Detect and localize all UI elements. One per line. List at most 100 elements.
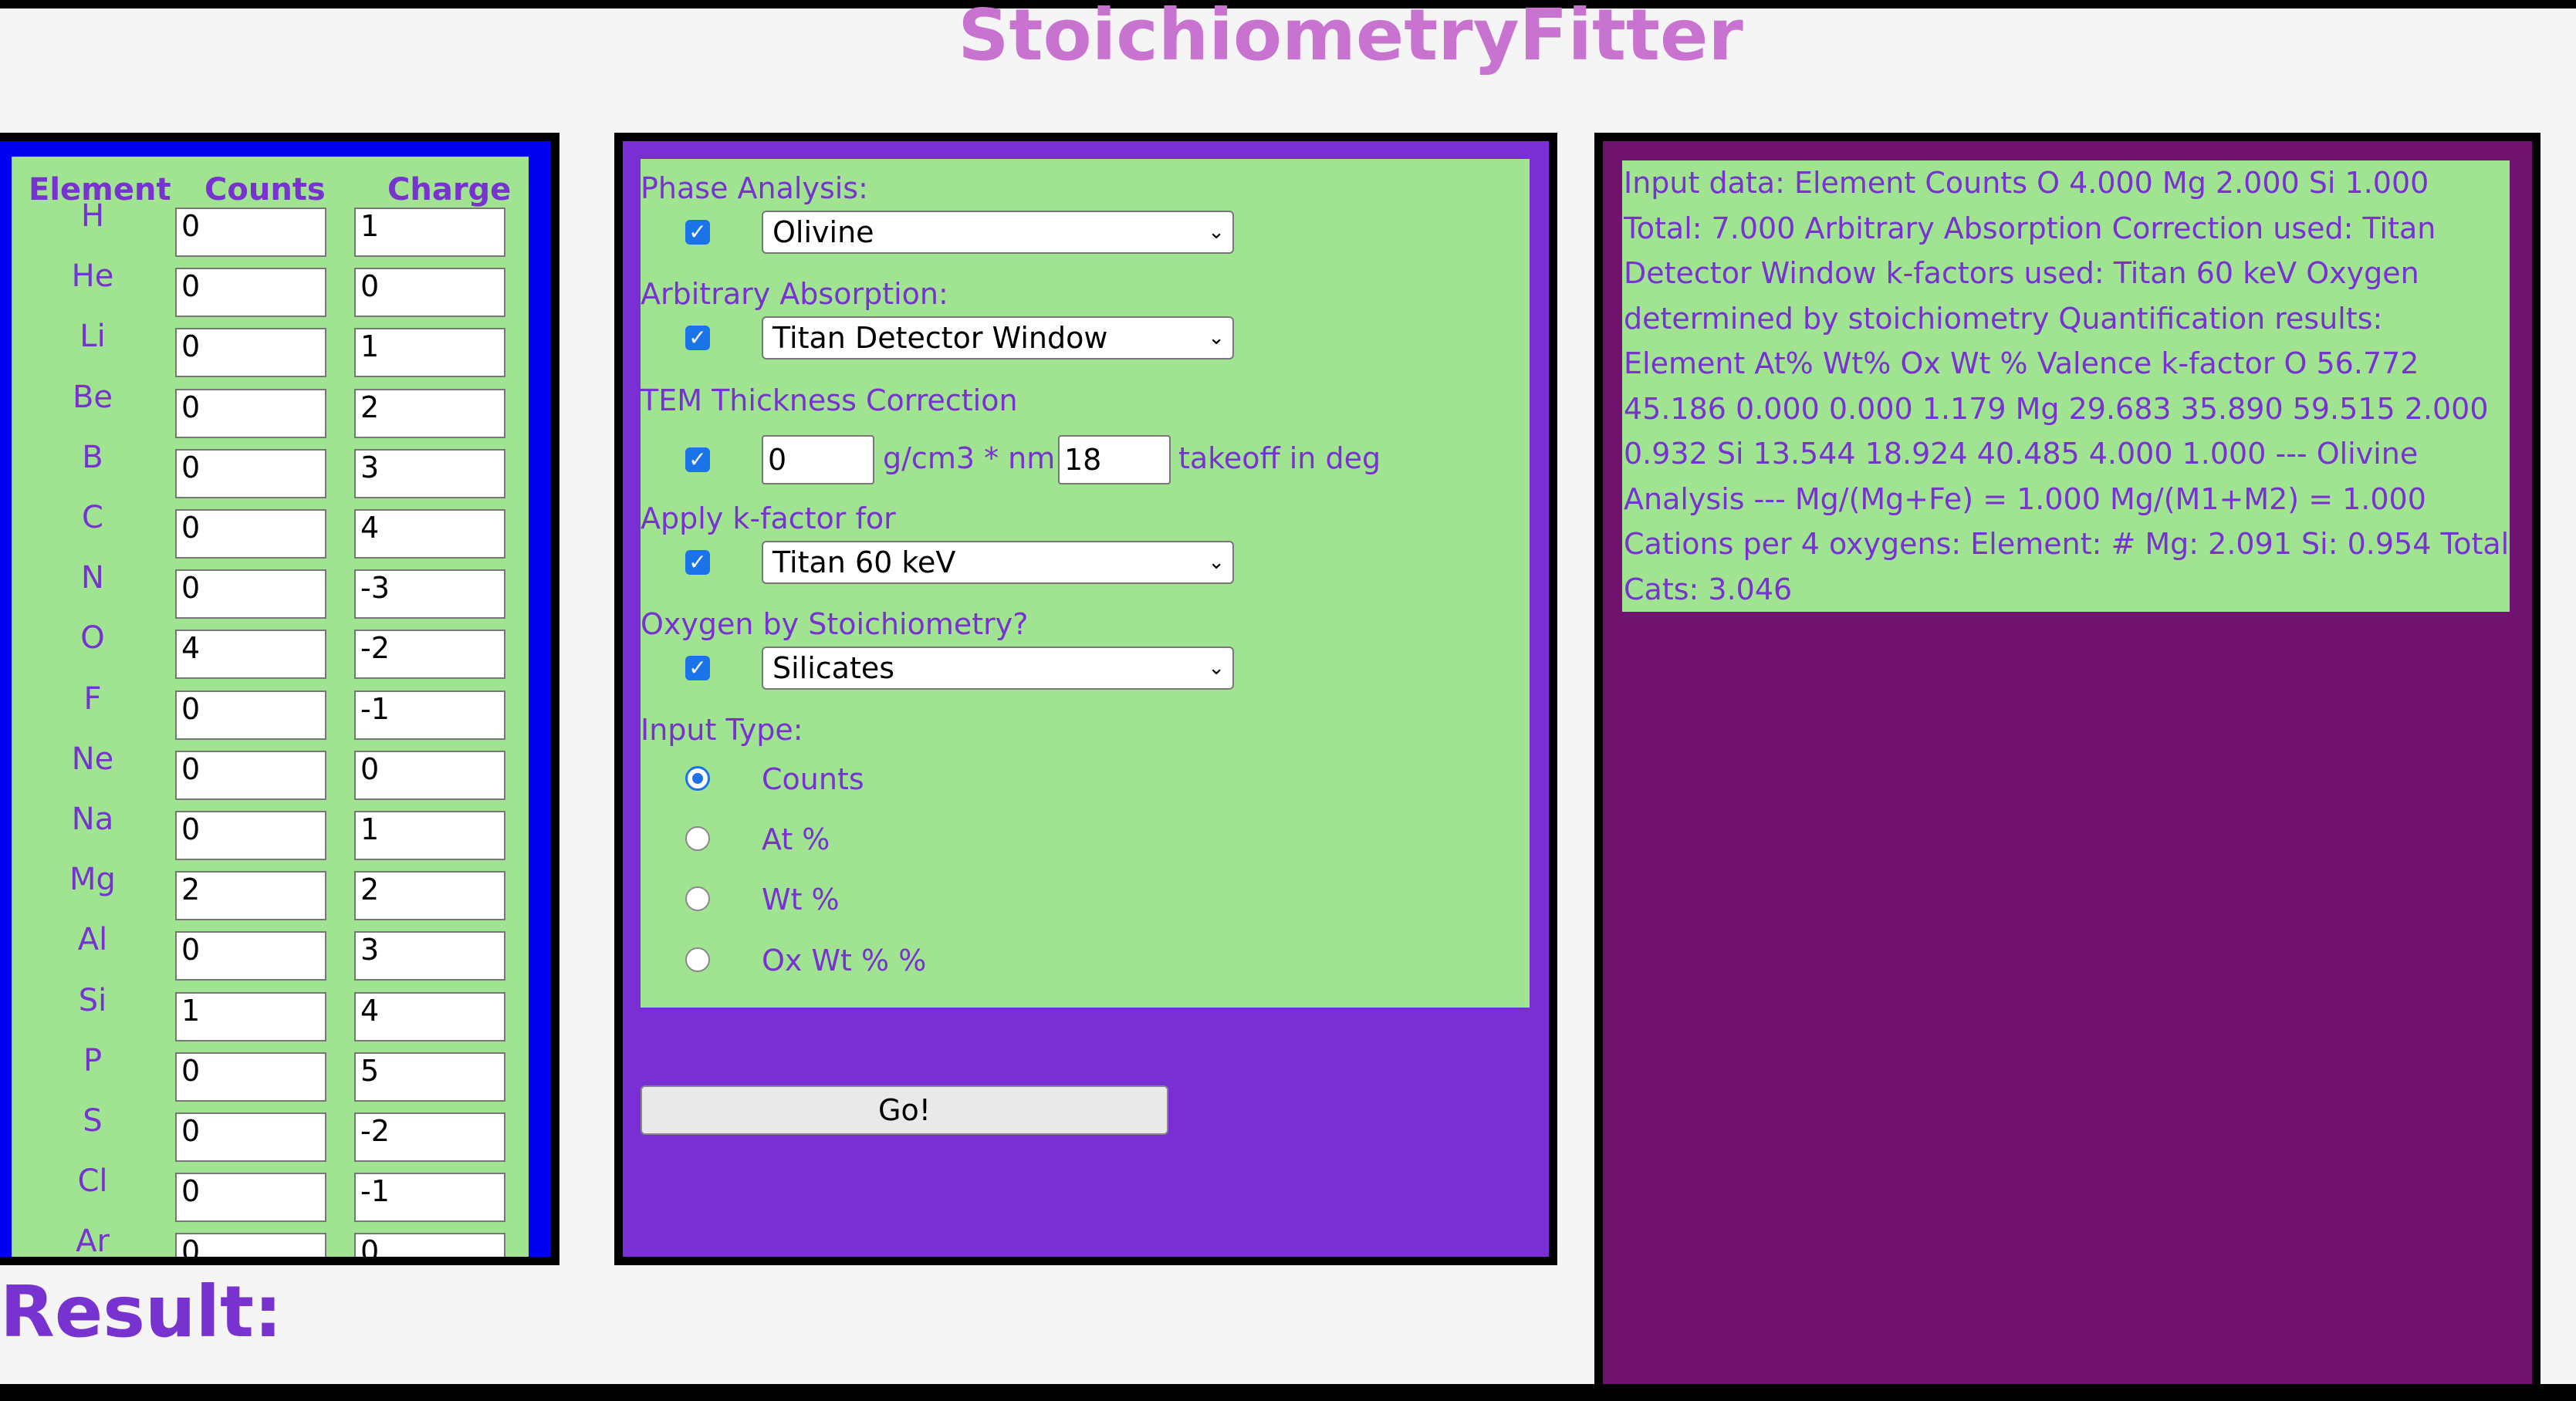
counts-input[interactable]: 0	[175, 690, 326, 740]
counts-input[interactable]: 0	[175, 811, 326, 860]
counts-input[interactable]: 2	[175, 871, 326, 921]
checkmark-icon: ✓	[688, 549, 707, 575]
table-row: Be 0 2	[12, 379, 529, 443]
radio-ox-wt-percent-label: Ox Wt % %	[762, 944, 927, 977]
charge-input[interactable]: 5	[354, 1052, 505, 1102]
phase-analysis-select[interactable]: Olivine ⌄	[762, 211, 1234, 254]
element-symbol: S	[83, 1103, 103, 1139]
charge-input[interactable]: -2	[354, 1112, 505, 1162]
element-symbol: Be	[72, 379, 113, 415]
charge-input[interactable]: -3	[354, 569, 505, 619]
charge-input[interactable]: 1	[354, 811, 505, 860]
counts-input[interactable]: 0	[175, 931, 326, 981]
counts-input[interactable]: 0	[175, 388, 326, 438]
charge-input[interactable]: -1	[354, 690, 505, 740]
charge-input[interactable]: 4	[354, 991, 505, 1041]
radio-wt-percent-label: Wt %	[762, 883, 840, 917]
charge-input[interactable]: 1	[354, 328, 505, 378]
element-symbol: H	[80, 198, 105, 234]
result-text: Input data: Element Counts O 4.000 Mg 2.…	[1622, 160, 2510, 612]
bottom-border	[0, 1384, 2576, 1401]
counts-input[interactable]: 0	[175, 509, 326, 559]
radio-at-percent[interactable]	[685, 826, 710, 851]
charge-input[interactable]: -1	[354, 1173, 505, 1223]
table-row: F 0 -1	[12, 680, 529, 744]
charge-input[interactable]: 2	[354, 871, 505, 921]
element-symbol: O	[80, 620, 105, 657]
element-symbol: Al	[77, 922, 108, 958]
table-row: Ar 0 0	[12, 1224, 529, 1257]
counts-input[interactable]: 0	[175, 208, 326, 257]
counts-input[interactable]: 0	[175, 1233, 326, 1257]
takeoff-input[interactable]: 18	[1058, 435, 1171, 484]
charge-input[interactable]: 0	[354, 750, 505, 800]
table-row: P 05	[12, 1042, 529, 1106]
table-row: O 4 -2	[12, 620, 529, 684]
charge-input[interactable]: 3	[354, 931, 505, 981]
table-row: S 0 -2	[12, 1103, 529, 1166]
element-symbol: Li	[79, 319, 106, 355]
options-panel: Phase Analysis: ✓ Olivine ⌄ Arbitrary Ab…	[614, 133, 1557, 1265]
element-symbol: B	[82, 439, 103, 475]
elements-table: Element Counts Charge H 0 1 He 0 0 Li 0 1 Be 0 2 B 0 3…	[12, 157, 529, 1257]
elements-panel: Element Counts Charge H 0 1 He 0 0 Li 0 1 Be 0 2 B 0 3…	[0, 133, 559, 1265]
element-symbol: Cl	[77, 1163, 108, 1200]
absorption-checkbox[interactable]: ✓	[685, 326, 710, 350]
charge-input[interactable]: 0	[354, 1233, 505, 1257]
element-symbol: N	[81, 560, 104, 596]
oxygen-select[interactable]: Silicates ⌄	[762, 646, 1234, 690]
input-type-label: Input Type:	[641, 713, 803, 747]
counts-input[interactable]: 0	[175, 448, 326, 498]
counts-input[interactable]: 0	[175, 1112, 326, 1162]
table-row: Na 0 1	[12, 802, 529, 865]
checkmark-icon: ✓	[688, 219, 707, 245]
thickness-checkbox[interactable]: ✓	[685, 447, 710, 472]
radio-at-percent-label: At %	[762, 822, 830, 856]
table-row: N 0 -3	[12, 560, 529, 623]
takeoff-unit: takeoff in deg	[1178, 441, 1381, 475]
table-row: He 0 0	[12, 258, 529, 322]
kfactor-select[interactable]: Titan 60 keV ⌄	[762, 541, 1234, 584]
kfactor-label: Apply k-factor for	[641, 501, 896, 535]
thickness-input[interactable]: 0	[762, 435, 874, 484]
element-symbol: P	[83, 1042, 103, 1079]
radio-counts[interactable]	[685, 766, 710, 791]
element-symbol: F	[83, 680, 102, 717]
element-symbol: Mg	[69, 862, 116, 898]
element-symbol: He	[71, 258, 114, 295]
result-heading: Result:	[0, 1271, 282, 1353]
charge-input[interactable]: -2	[354, 630, 505, 680]
absorption-label: Arbitrary Absorption:	[641, 277, 948, 311]
charge-input[interactable]: 2	[354, 388, 505, 438]
checkmark-icon: ✓	[688, 447, 707, 472]
table-row: H 01	[12, 198, 529, 262]
absorption-select[interactable]: Titan Detector Window ⌄	[762, 316, 1234, 360]
chevron-down-icon: ⌄	[1208, 221, 1225, 244]
counts-input[interactable]: 0	[175, 328, 326, 378]
element-symbol: Na	[71, 802, 114, 837]
counts-input[interactable]: 0	[175, 750, 326, 800]
thickness-unit: g/cm3 * nm	[883, 441, 1056, 475]
counts-input[interactable]: 4	[175, 630, 326, 680]
counts-input[interactable]: 0	[175, 1173, 326, 1223]
counts-input[interactable]: 0	[175, 1052, 326, 1102]
charge-input[interactable]: 1	[354, 208, 505, 257]
counts-input[interactable]: 1	[175, 991, 326, 1041]
radio-wt-percent[interactable]	[685, 886, 710, 911]
radio-counts-label: Counts	[762, 762, 864, 796]
chevron-down-icon: ⌄	[1208, 657, 1225, 680]
charge-input[interactable]: 3	[354, 448, 505, 498]
counts-input[interactable]: 0	[175, 569, 326, 619]
go-button[interactable]: Go!	[641, 1085, 1168, 1135]
options-form: Phase Analysis: ✓ Olivine ⌄ Arbitrary Ab…	[641, 159, 1530, 1008]
counts-input[interactable]: 0	[175, 268, 326, 318]
kfactor-checkbox[interactable]: ✓	[685, 550, 710, 575]
table-row: Mg 2 2	[12, 862, 529, 925]
phase-analysis-checkbox[interactable]: ✓	[685, 220, 710, 245]
charge-input[interactable]: 0	[354, 268, 505, 318]
radio-ox-wt-percent[interactable]	[685, 947, 710, 972]
element-symbol: Ne	[71, 741, 114, 777]
oxygen-checkbox[interactable]: ✓	[685, 656, 710, 680]
results-panel: Input data: Element Counts O 4.000 Mg 2.…	[1594, 133, 2541, 1398]
charge-input[interactable]: 4	[354, 509, 505, 559]
